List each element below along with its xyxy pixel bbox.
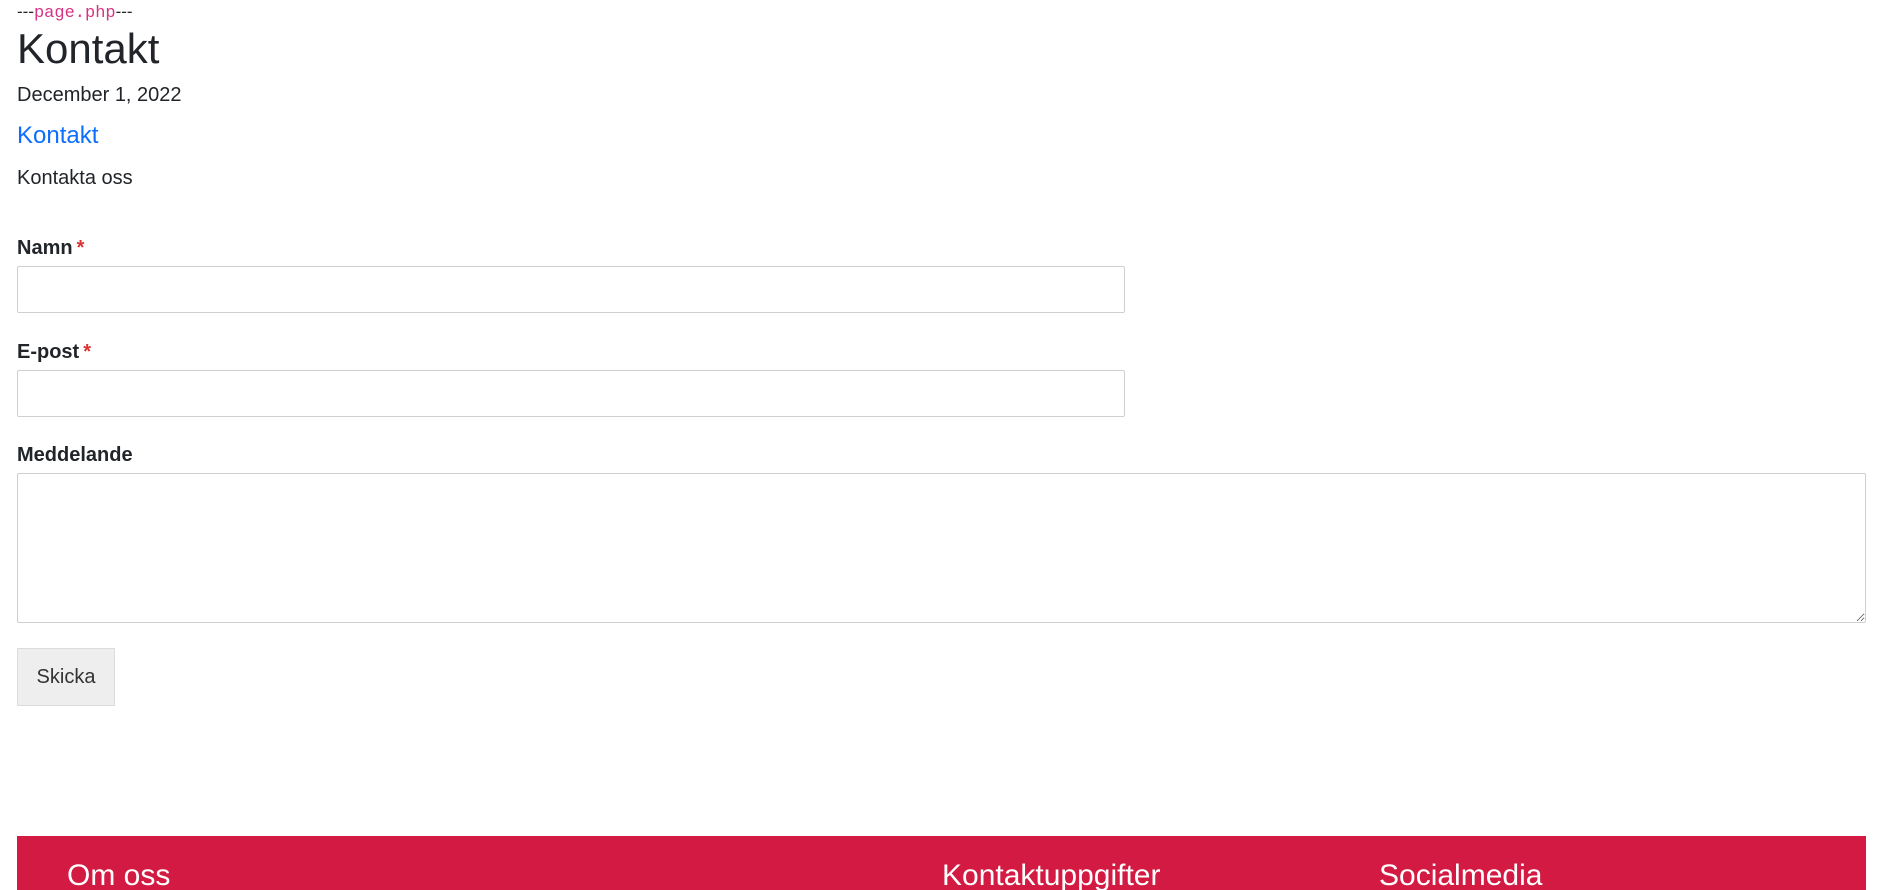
footer-social-heading: Socialmedia [1379, 859, 1543, 890]
debug-filename: page.php [33, 4, 116, 23]
email-input[interactable] [17, 370, 1125, 417]
site-footer: Om oss Kontaktuppgifter Socialmedia [17, 836, 1866, 890]
debug-prefix: --- [17, 2, 34, 21]
message-textarea[interactable] [17, 473, 1866, 623]
intro-text: Kontakta oss [17, 167, 133, 189]
post-title-link[interactable]: Kontakt [17, 121, 98, 151]
message-label-text: Meddelande [17, 444, 133, 466]
name-label-text: Namn [17, 237, 73, 259]
message-field-label: Meddelande [17, 443, 133, 467]
submit-button[interactable]: Skicka [17, 648, 115, 706]
email-label-text: E-post [17, 341, 80, 363]
name-field-label: Namn * [17, 236, 84, 260]
required-asterisk: * [76, 237, 85, 259]
page-root: ---page.php--- Kontakt December 1, 2022 … [0, 0, 1877, 890]
footer-contact-heading: Kontaktuppgifter [942, 859, 1161, 890]
required-asterisk: * [83, 341, 92, 363]
page-title: Kontakt [17, 25, 160, 72]
debug-suffix: --- [115, 2, 133, 21]
footer-about-heading: Om oss [67, 859, 171, 890]
template-debug-marker: ---page.php--- [17, 2, 133, 24]
name-input[interactable] [17, 266, 1125, 313]
post-date: December 1, 2022 [17, 84, 182, 106]
email-field-label: E-post * [17, 340, 91, 364]
